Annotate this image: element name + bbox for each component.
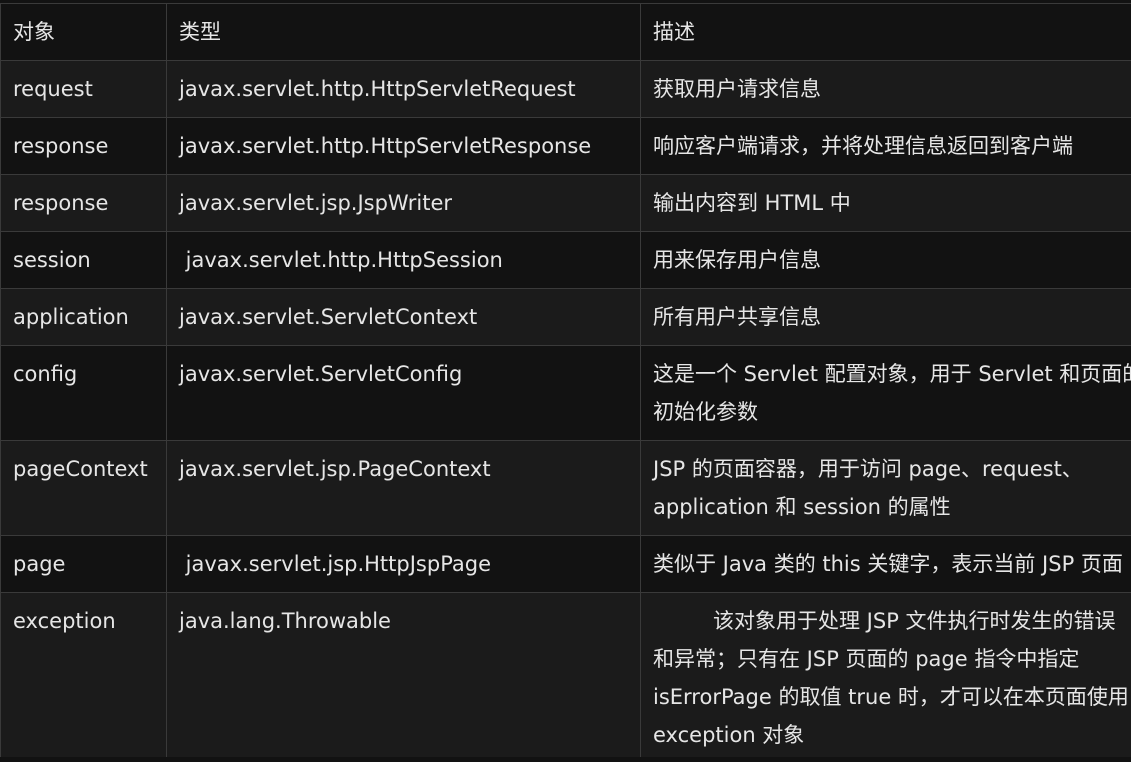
cell-object: page (0, 535, 167, 593)
table-row: application javax.servlet.ServletContext 所… (0, 288, 1131, 346)
cell-object: response (0, 117, 167, 175)
cell-description: 所有用户共享信息 (640, 288, 1131, 346)
description-line: 类似于 Java 类的 this 关键字，表示当前 JSP 页面 (653, 552, 1123, 576)
cell-description: 用来保存用户信息 (640, 231, 1131, 289)
description-line: application 和 session 的属性 (653, 495, 951, 519)
cell-object: exception (0, 592, 167, 757)
table-row: page javax.servlet.jsp.HttpJspPage 类似于 Ja… (0, 535, 1131, 593)
table-row: response javax.servlet.http.HttpServletRe… (0, 117, 1131, 175)
description-line: 该对象用于处理 JSP 文件执行时发生的错误 (713, 609, 1116, 633)
table-row: config javax.servlet.ServletConfig 这是一个 Se… (0, 345, 1131, 441)
cell-object: application (0, 288, 167, 346)
description-line: 和异常；只有在 JSP 页面的 page 指令中指定 (653, 647, 1080, 671)
description-line: 初始化参数 (653, 400, 758, 424)
table-row: pageContext javax.servlet.jsp.PageContext… (0, 440, 1131, 536)
description-line: 响应客户端请求，并将处理信息返回到客户端 (653, 134, 1073, 158)
jsp-implicit-objects-table: 对象 类型 描述 request javax.servlet.http.HttpS… (0, 3, 1131, 757)
header-object: 对象 (0, 3, 167, 61)
cell-description: 响应客户端请求，并将处理信息返回到客户端 (640, 117, 1131, 175)
cell-object: config (0, 345, 167, 441)
cell-type: javax.servlet.jsp.PageContext (166, 440, 641, 536)
table-header-row: 对象 类型 描述 (0, 3, 1131, 61)
table-row: request javax.servlet.http.HttpServletReq… (0, 60, 1131, 118)
description-line: 输出内容到 HTML 中 (653, 191, 851, 215)
cell-description: 类似于 Java 类的 this 关键字，表示当前 JSP 页面 (640, 535, 1131, 593)
cell-type: javax.servlet.ServletConfig (166, 345, 641, 441)
description-line: 获取用户请求信息 (653, 77, 821, 101)
cell-description: 这是一个 Servlet 配置对象，用于 Servlet 和页面的 初始化参数 (640, 345, 1131, 441)
cell-type: javax.servlet.jsp.HttpJspPage (166, 535, 641, 593)
description-line: exception 对象 (653, 723, 805, 747)
cell-type: java.lang.Throwable (166, 592, 641, 757)
cell-type: javax.servlet.http.HttpServletResponse (166, 117, 641, 175)
table-container: 对象 类型 描述 request javax.servlet.http.HttpS… (0, 3, 1131, 757)
cell-object: request (0, 60, 167, 118)
cell-type: javax.servlet.ServletContext (166, 288, 641, 346)
cell-object: pageContext (0, 440, 167, 536)
header-type: 类型 (166, 3, 641, 61)
table-body: request javax.servlet.http.HttpServletReq… (0, 60, 1131, 757)
description-line: 这是一个 Servlet 配置对象，用于 Servlet 和页面的 (653, 362, 1131, 386)
cell-description: JSP 的页面容器，用于访问 page、request、 application … (640, 440, 1131, 536)
description-line: JSP 的页面容器，用于访问 page、request、 (653, 457, 1083, 481)
cell-object: response (0, 174, 167, 232)
table-row: response javax.servlet.jsp.JspWriter 输出内容到… (0, 174, 1131, 232)
description-line: 用来保存用户信息 (653, 248, 821, 272)
cell-description: 获取用户请求信息 (640, 60, 1131, 118)
cell-type: javax.servlet.jsp.JspWriter (166, 174, 641, 232)
cell-type: javax.servlet.http.HttpSession (166, 231, 641, 289)
table-row: exception java.lang.Throwable 该对象用于处理 JSP … (0, 592, 1131, 757)
cell-object: session (0, 231, 167, 289)
cell-description: 该对象用于处理 JSP 文件执行时发生的错误和异常；只有在 JSP 页面的 pa… (640, 592, 1131, 757)
table-row: session javax.servlet.http.HttpSession 用来… (0, 231, 1131, 289)
cell-description: 输出内容到 HTML 中 (640, 174, 1131, 232)
header-description: 描述 (640, 3, 1131, 61)
description-line: isErrorPage 的取值 true 时，才可以在本页面使用 (653, 685, 1129, 709)
description-line: 所有用户共享信息 (653, 305, 821, 329)
cell-type: javax.servlet.http.HttpServletRequest (166, 60, 641, 118)
